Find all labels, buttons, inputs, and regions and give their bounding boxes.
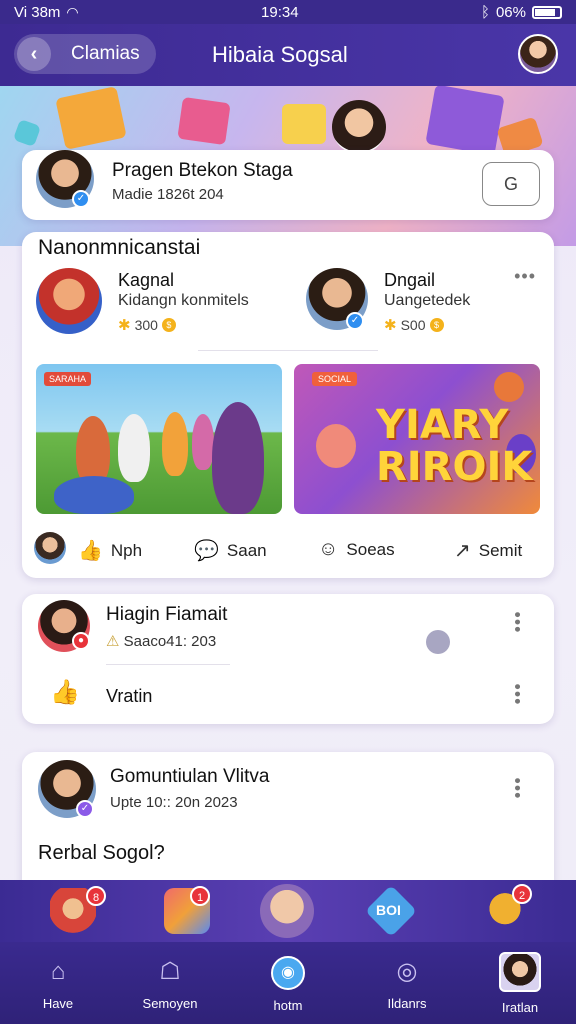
status-bar: Vi 38m ◠ 19:34 ᛒ 06% bbox=[0, 0, 576, 24]
back-button[interactable]: ‹ Clamias bbox=[14, 34, 156, 74]
banner-decoration bbox=[425, 86, 505, 156]
chat-icon: ☺ bbox=[318, 538, 339, 560]
bottom-navigation: ⌂ Have ☖ Semoyen ◉ hotm ◎ Ildanrs Iratla… bbox=[0, 942, 576, 1024]
banner-decoration bbox=[282, 104, 326, 144]
user-a-coins: ✱ 300 $ bbox=[118, 316, 176, 334]
like-icon[interactable]: 👍 bbox=[50, 678, 80, 707]
post-meta: Madie 1826t 204 bbox=[112, 186, 224, 203]
like-button[interactable]: 👍 Nph bbox=[78, 538, 142, 563]
verified-icon: ✓ bbox=[72, 190, 90, 208]
coin-icon: $ bbox=[161, 318, 176, 332]
chat-button[interactable]: ☺ Soeas bbox=[318, 538, 395, 561]
more-options-icon[interactable]: ••• bbox=[507, 778, 528, 800]
reaction-avatar[interactable] bbox=[34, 532, 66, 564]
more-options-icon[interactable]: ••• bbox=[507, 684, 528, 706]
feed-icon: ◉ bbox=[271, 956, 305, 990]
notification-badge: 8 bbox=[86, 886, 106, 906]
post-card: Nanonmnicanstai ••• Kagnal Kidangn konmi… bbox=[22, 232, 554, 578]
post-heading: Rerbal Sogol? bbox=[38, 842, 165, 864]
game-title: YIARY RIROIK bbox=[376, 402, 533, 490]
page-title: Hibaia Sogsal bbox=[212, 42, 348, 67]
star-icon: ✱ bbox=[118, 317, 131, 334]
carrier-text: Vi 38m bbox=[14, 3, 61, 21]
status-dot bbox=[426, 630, 450, 654]
shortcut-label: BOI bbox=[376, 902, 401, 918]
nav-notifications[interactable]: ◎ Ildanrs bbox=[357, 956, 457, 1011]
banner-decoration bbox=[12, 118, 42, 148]
post-card[interactable]: ✓ Pragen Btekon Staga Madie 1826t 204 G bbox=[22, 150, 554, 220]
warning-icon: ⚠ bbox=[106, 633, 120, 650]
user-a-avatar[interactable] bbox=[36, 268, 102, 334]
user-b-name[interactable]: Dngail bbox=[384, 270, 435, 291]
share-icon: ↗ bbox=[454, 540, 471, 562]
app-header: ‹ Clamias Hibaia Sogsal bbox=[0, 24, 576, 86]
back-label: Clamias bbox=[71, 43, 140, 64]
follow-button[interactable]: G bbox=[482, 162, 540, 206]
alert-icon: ● bbox=[72, 632, 90, 650]
battery-icon bbox=[531, 5, 562, 19]
post-author[interactable]: Hiagin Fiamait bbox=[106, 604, 227, 626]
verified-icon: ✓ bbox=[76, 800, 94, 818]
nav-feed[interactable]: ◉ hotm bbox=[238, 956, 338, 1013]
post-card: ● Hiagin Fiamait ⚠ Saaco41: 203 ••• 👍 Vr… bbox=[22, 594, 554, 724]
notification-badge: 2 bbox=[512, 884, 532, 904]
post-actions: 👍 Nph 💬 Saan ☺ Soeas ↗ Semit bbox=[22, 530, 554, 570]
post-author[interactable]: Pragen Btekon Staga bbox=[112, 160, 293, 182]
user-avatar[interactable] bbox=[518, 34, 558, 74]
post-image-game[interactable]: SOCIAL YIARY RIROIK bbox=[294, 364, 540, 514]
post-image-family[interactable]: SARAHA bbox=[36, 364, 282, 514]
bluetooth-icon: ᛒ bbox=[480, 3, 490, 21]
banner-decoration bbox=[55, 86, 127, 150]
shortcut-strip: 8 1 BOI 2 bbox=[0, 880, 576, 942]
more-options-icon[interactable]: ••• bbox=[514, 266, 536, 287]
divider bbox=[106, 664, 230, 665]
banner-person-image bbox=[332, 100, 386, 154]
nav-profile[interactable]: Iratlan bbox=[470, 952, 570, 1015]
clock: 19:34 bbox=[261, 3, 299, 21]
post-author[interactable]: Gomuntiulan Vlitva bbox=[110, 766, 269, 788]
react-label[interactable]: Vratin bbox=[106, 686, 152, 707]
more-options-icon[interactable]: ••• bbox=[507, 612, 528, 634]
post-title: Nanonmnicanstai bbox=[38, 236, 201, 259]
divider bbox=[198, 350, 378, 351]
user-b-coins: ✱ S00 $ bbox=[384, 316, 444, 334]
star-icon: ✱ bbox=[384, 317, 397, 334]
follow-icon: G bbox=[503, 173, 518, 194]
battery-percent: 06% bbox=[495, 3, 526, 21]
nav-groups[interactable]: ☖ Semoyen bbox=[120, 956, 220, 1011]
nav-home[interactable]: ⌂ Have bbox=[8, 956, 108, 1011]
notifications-icon: ◎ bbox=[396, 958, 418, 985]
chevron-left-icon: ‹ bbox=[17, 37, 51, 71]
post-meta: ⚠ Saaco41: 203 bbox=[106, 633, 217, 650]
coin-icon: $ bbox=[429, 318, 444, 332]
image-tag: SOCIAL bbox=[312, 372, 358, 386]
user-a-name[interactable]: Kagnal bbox=[118, 270, 174, 291]
verified-icon: ✓ bbox=[346, 312, 364, 330]
shortcut-profile[interactable] bbox=[260, 884, 314, 938]
post-meta: Upte 10:: 20n 2023 bbox=[110, 794, 238, 811]
image-tag: SARAHA bbox=[44, 372, 92, 386]
wifi-icon: ◠ bbox=[66, 3, 79, 20]
notification-badge: 1 bbox=[190, 886, 210, 906]
share-button[interactable]: ↗ Semit bbox=[454, 538, 522, 563]
like-icon: 👍 bbox=[78, 540, 103, 562]
profile-icon bbox=[499, 952, 541, 992]
banner-decoration bbox=[177, 96, 231, 146]
groups-icon: ☖ bbox=[159, 958, 181, 985]
comment-icon: 💬 bbox=[194, 540, 219, 562]
user-b-handle: Uangetedek bbox=[384, 292, 471, 309]
user-a-handle: Kidangn konmitels bbox=[118, 292, 249, 309]
comment-button[interactable]: 💬 Saan bbox=[194, 538, 267, 563]
home-icon: ⌂ bbox=[50, 958, 66, 985]
